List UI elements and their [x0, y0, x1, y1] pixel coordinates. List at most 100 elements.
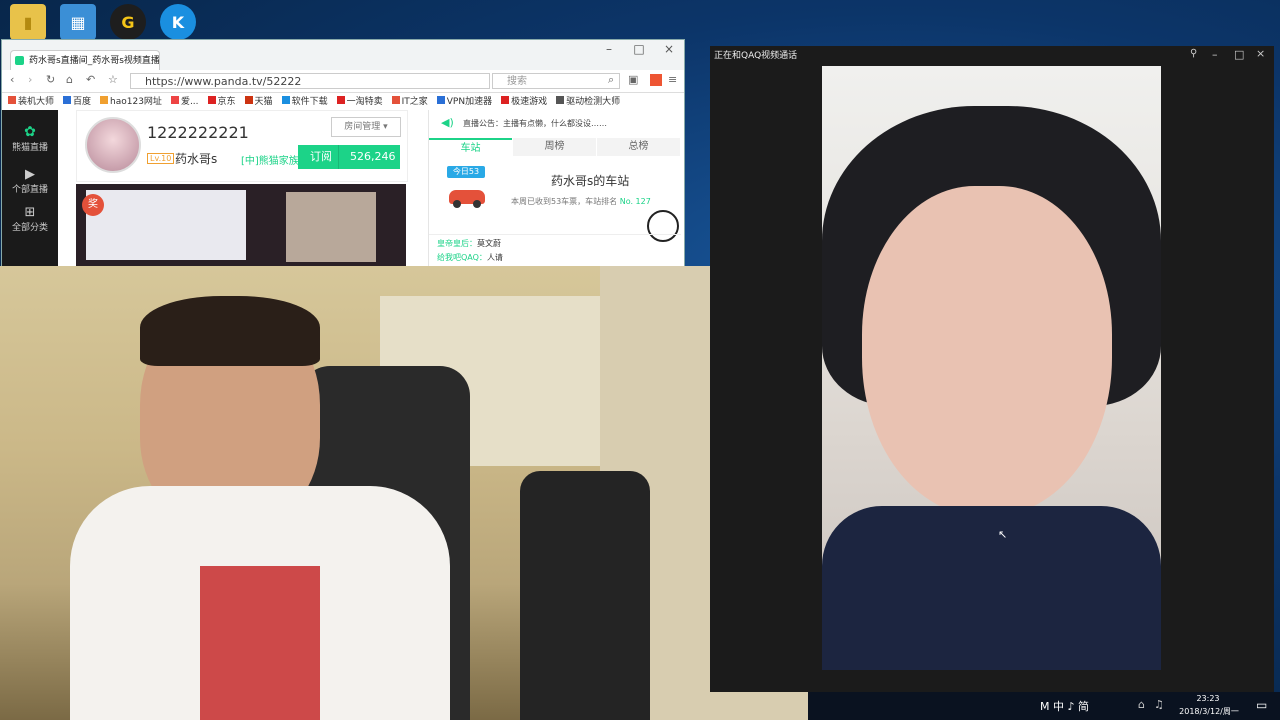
search-field[interactable]: 搜索: [492, 73, 620, 89]
person-hair: [140, 296, 320, 366]
back-icon[interactable]: ‹: [10, 73, 14, 86]
bookmark-label: 极速游戏: [511, 97, 548, 107]
bookmark-icon: [281, 96, 290, 104]
bookmark-label: 驱动检测大师: [566, 97, 621, 107]
stream-preview[interactable]: 奖: [76, 184, 406, 266]
tab-total[interactable]: 总榜: [597, 138, 680, 156]
pin-icon[interactable]: ⚲: [1190, 48, 1197, 59]
bookmark-item[interactable]: 百度: [63, 94, 91, 107]
bookmark-icon: [100, 96, 109, 104]
panda-favicon-icon: [15, 56, 24, 65]
chat-user[interactable]: 给我吧QAQ：: [437, 253, 487, 262]
tab-weekly[interactable]: 周榜: [513, 138, 596, 156]
subscribe-button[interactable]: 订阅 526,246: [298, 145, 400, 169]
search-icon[interactable]: ⌕: [608, 73, 614, 87]
bookmark-label: 京东: [217, 97, 236, 107]
logo-text: 熊猫直播: [11, 143, 48, 153]
bookmark-label: VPN加速器: [446, 97, 493, 107]
webcam-feed: [0, 266, 808, 720]
bookmark-label: 软件下载: [291, 97, 328, 107]
undo-icon[interactable]: ↶: [86, 73, 95, 86]
chat-user[interactable]: 皇帝皇后：: [437, 239, 477, 248]
maximize-button[interactable]: □: [624, 40, 654, 58]
remote-video: ↖: [822, 66, 1161, 670]
desktop-icons: ▮ ▦ G K: [10, 4, 196, 40]
family-tag[interactable]: [中]熊猫家族: [241, 152, 299, 167]
browser-tab[interactable]: 药水哥s直播间_药水哥s视频直播...: [10, 50, 160, 70]
bookmark-item[interactable]: 爱...: [170, 94, 199, 107]
bookmark-icon: [244, 96, 253, 104]
bookmark-item[interactable]: 装机大师: [8, 94, 54, 107]
bookmark-icon: [170, 96, 179, 104]
room-id: 1222222221: [147, 123, 249, 142]
bookmark-label: 装机大师: [18, 97, 55, 107]
close-button[interactable]: ×: [654, 40, 684, 58]
avatar[interactable]: [85, 117, 141, 173]
panda-logo-icon: ✿: [24, 124, 36, 140]
bookmark-item[interactable]: IT之家: [391, 94, 428, 107]
host-name[interactable]: 药水哥s: [175, 150, 217, 167]
tab-station[interactable]: 车站: [429, 138, 512, 158]
extension-color-icon[interactable]: [650, 74, 662, 86]
app-g-icon[interactable]: G: [110, 4, 146, 40]
address-toolbar: ‹ › ↻ ⌂ ↶ ☆ https://www.panda.tv/52222 搜…: [2, 70, 684, 93]
bookmark-label: 一淘特卖: [346, 97, 383, 107]
bookmark-item[interactable]: 软件下载: [281, 94, 328, 107]
bookmark-item[interactable]: VPN加速器: [436, 94, 493, 107]
room-manage-button[interactable]: 房间管理 ▾: [331, 117, 401, 137]
clock-time[interactable]: 23:23: [1178, 694, 1238, 703]
categories-icon: ⊞: [24, 205, 36, 220]
preview-face: [286, 192, 376, 262]
bookmark-label: 百度: [73, 97, 92, 107]
menu-icon[interactable]: ≡: [668, 73, 677, 86]
station-title: 药水哥s的车站: [551, 174, 630, 188]
nav-personal[interactable]: 个部直播: [2, 182, 58, 195]
divider: [429, 234, 681, 235]
bookmark-item[interactable]: 京东: [207, 94, 236, 107]
tab-bar: 药水哥s直播间_药水哥s视频直播... – □ ×: [2, 40, 684, 70]
today-badge: 今日53: [447, 166, 485, 178]
chat-text: 人请: [486, 253, 503, 262]
bookmark-icon: [391, 96, 400, 104]
notification-icon[interactable]: ▭: [1256, 698, 1267, 712]
network-icon[interactable]: ⌂: [1138, 698, 1145, 711]
forward-icon[interactable]: ›: [28, 73, 32, 86]
bookmark-item[interactable]: 天猫: [244, 94, 273, 107]
url-field[interactable]: https://www.panda.tv/52222: [130, 73, 490, 89]
extension-icon[interactable]: ▣: [628, 73, 638, 86]
control-panel-icon[interactable]: ▦: [60, 4, 96, 40]
bookmark-item[interactable]: 驱动检测大师: [556, 94, 620, 107]
bookmark-item[interactable]: 极速游戏: [501, 94, 547, 107]
remote-face: [862, 186, 1112, 516]
bookmark-label: 天猫: [254, 97, 273, 107]
minimize-button[interactable]: –: [594, 40, 624, 58]
bookmark-icon: [207, 96, 216, 104]
qq-video-window: 正在和QAQ视频通话 ⚲ – □ × ↖: [710, 46, 1274, 692]
bookmark-icon: [63, 96, 72, 104]
qq-close-button[interactable]: ×: [1256, 47, 1265, 60]
bookmark-icon: [8, 96, 16, 104]
taskbar: M 中 ♪ 简 ⌂ ♫ 23:23 2018/3/12/周一 ▭: [808, 692, 1280, 720]
mouse-cursor-icon: ↖: [998, 528, 1008, 541]
nav-all-categories[interactable]: 全部分类: [2, 220, 58, 233]
preview-screen: [86, 190, 246, 260]
panda-mascot-icon: [647, 210, 679, 242]
station-stats: 本周已收到53车票，车站排名 No. 127: [511, 197, 651, 206]
home-icon[interactable]: ⌂: [66, 73, 73, 86]
chat-text: 莫文蔚: [477, 239, 501, 248]
bookmark-item[interactable]: hao123网址: [100, 94, 162, 107]
bookmark-label: IT之家: [401, 97, 428, 107]
qq-minimize-button[interactable]: –: [1212, 48, 1218, 61]
bookmark-icon: [336, 96, 345, 104]
volume-icon[interactable]: ♫: [1154, 698, 1164, 711]
car-icon: [447, 180, 487, 210]
star-icon[interactable]: ☆: [108, 73, 118, 86]
clock-date[interactable]: 2018/3/12/周一: [1174, 706, 1244, 717]
kugou-icon[interactable]: K: [160, 4, 196, 40]
refresh-icon[interactable]: ↻: [46, 73, 55, 86]
bookmark-item[interactable]: 一淘特卖: [336, 94, 383, 107]
folder-icon[interactable]: ▮: [10, 4, 46, 40]
tray-icons[interactable]: M 中 ♪ 简: [1040, 698, 1089, 714]
patterned-chair: [520, 471, 650, 720]
qq-maximize-button[interactable]: □: [1234, 48, 1244, 61]
